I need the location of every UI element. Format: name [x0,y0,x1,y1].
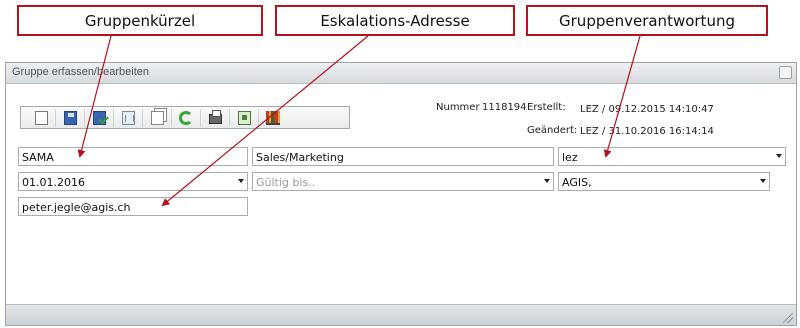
valid-from-select[interactable]: 01.01.2016 [18,172,248,191]
callout-gruppenverantwortung: Gruppenverantwortung [526,5,768,36]
escalation-email-value: peter.jegle@agis.ch [22,201,131,214]
callout-gruppenkuerzel-text: Gruppenkürzel [84,11,196,30]
chevron-down-icon[interactable] [238,179,244,183]
print-button[interactable] [200,108,229,127]
resize-grip-icon[interactable] [783,313,793,323]
print-icon [208,110,222,124]
books-icon [266,110,280,125]
nummer-value: 1118194 [482,102,527,113]
delete-icon [121,110,135,125]
callout-eskalations-adresse-text: Eskalations-Adresse [320,11,470,30]
geaendert-label: Geändert: [527,125,578,136]
new-button[interactable] [27,109,55,127]
delete-button[interactable] [113,108,142,127]
panel-collapse-icon[interactable] [779,66,792,79]
save-icon [63,110,77,125]
new-document-icon [34,110,48,125]
callout-eskalations-adresse: Eskalations-Adresse [275,5,515,36]
group-name-input[interactable]: Sales/Marketing [252,147,554,166]
company-value: AGIS, [562,176,592,189]
valid-to-select[interactable]: Gültig bis.. [252,172,554,191]
group-owner-value: lez [562,151,578,164]
save-and-close-button[interactable] [84,108,113,127]
company-select[interactable]: AGIS, [558,172,770,191]
toolbar [20,106,350,129]
refresh-button[interactable] [171,108,200,127]
callout-gruppenkuerzel: Gruppenkürzel [17,5,263,36]
valid-to-placeholder: Gültig bis.. [256,176,316,189]
group-owner-select[interactable]: lez [558,147,786,166]
chevron-down-icon[interactable] [544,179,550,183]
panel-title: Gruppe erfassen/bearbeiten [12,66,149,78]
export-icon [237,110,251,125]
geaendert-value: LEZ / 31.10.2016 16:14:14 [580,126,714,137]
chevron-down-icon[interactable] [776,154,782,158]
save-button[interactable] [55,108,84,127]
group-edit-panel: Gruppe erfassen/bearbeiten Nummer 111819… [5,62,797,326]
callout-gruppenverantwortung-text: Gruppenverantwortung [559,11,735,30]
escalation-email-input[interactable]: peter.jegle@agis.ch [18,197,248,216]
erstellt-label: Erstellt: [527,102,566,113]
group-name-value: Sales/Marketing [256,151,344,164]
library-button[interactable] [258,108,287,127]
save-and-check-icon [92,110,106,125]
valid-from-value: 01.01.2016 [22,176,85,189]
export-button[interactable] [229,108,258,127]
chevron-down-icon[interactable] [760,179,766,183]
group-short-name-value: SAMA [22,151,54,164]
copy-button[interactable] [142,108,171,127]
erstellt-value: LEZ / 09.12.2015 14:10:47 [580,104,714,115]
panel-footer [6,304,796,325]
nummer-label: Nummer [436,102,480,113]
panel-header: Gruppe erfassen/bearbeiten [6,63,796,84]
refresh-icon [179,110,193,125]
group-short-name-input[interactable]: SAMA [18,147,248,166]
copy-icon [150,110,164,125]
